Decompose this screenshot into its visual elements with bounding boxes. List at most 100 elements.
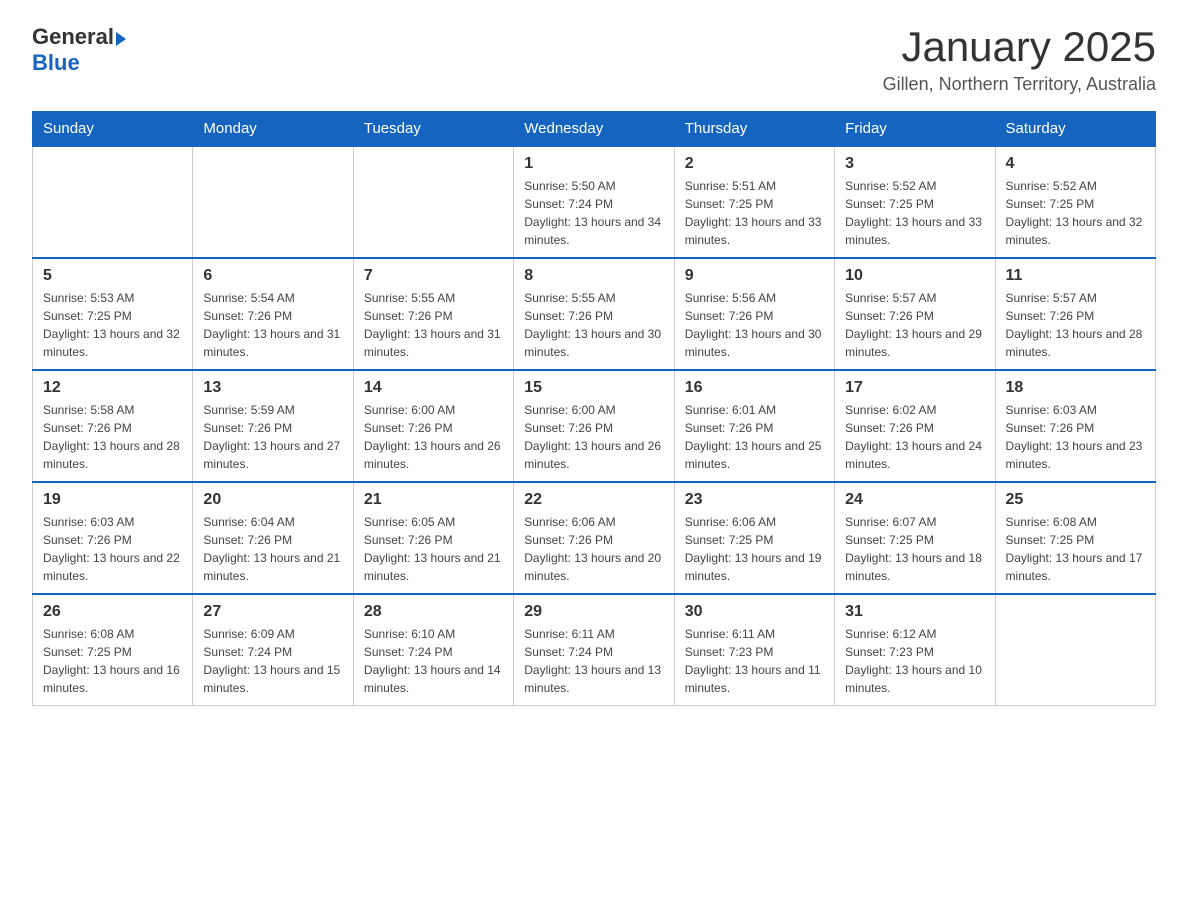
calendar-day-cell	[193, 146, 353, 258]
day-number: 12	[43, 379, 182, 397]
calendar-day-cell	[995, 594, 1155, 706]
day-number: 29	[524, 603, 663, 621]
calendar-day-cell: 15 Sunrise: 6:00 AMSunset: 7:26 PMDayligh…	[514, 370, 674, 482]
day-of-week-header: Thursday	[674, 112, 834, 147]
calendar-day-cell: 20Sunrise: 6:04 AMSunset: 7:26 PMDayligh…	[193, 482, 353, 594]
calendar-subtitle: Gillen, Northern Territory, Australia	[883, 74, 1156, 95]
calendar-week-row: 19Sunrise: 6:03 AMSunset: 7:26 PMDayligh…	[33, 482, 1156, 594]
day-number: 31	[845, 603, 984, 621]
day-number: 5	[43, 267, 182, 285]
calendar-day-cell: 10 Sunrise: 5:57 AMSunset: 7:26 PMDayligh…	[835, 258, 995, 370]
day-number: 4	[1006, 155, 1145, 173]
calendar-week-row: 5 Sunrise: 5:53 AMSunset: 7:25 PMDaylight…	[33, 258, 1156, 370]
day-info: Sunrise: 6:08 AMSunset: 7:25 PMDaylight:…	[1006, 513, 1145, 585]
day-number: 18	[1006, 379, 1145, 397]
day-number: 1	[524, 155, 663, 173]
day-info: Sunrise: 6:06 AMSunset: 7:25 PMDaylight:…	[685, 513, 824, 585]
calendar-week-row: 12 Sunrise: 5:58 AMSunset: 7:26 PMDayligh…	[33, 370, 1156, 482]
day-info: Sunrise: 5:56 AMSunset: 7:26 PMDaylight:…	[685, 289, 824, 361]
calendar-day-cell: 17 Sunrise: 6:02 AMSunset: 7:26 PMDayligh…	[835, 370, 995, 482]
calendar-day-cell: 19Sunrise: 6:03 AMSunset: 7:26 PMDayligh…	[33, 482, 193, 594]
day-number: 6	[203, 267, 342, 285]
calendar-title: January 2025	[883, 24, 1156, 70]
calendar-day-cell: 1 Sunrise: 5:50 AMSunset: 7:24 PMDaylight…	[514, 146, 674, 258]
day-info: Sunrise: 6:12 AMSunset: 7:23 PMDaylight:…	[845, 625, 984, 697]
day-number: 21	[364, 491, 503, 509]
calendar-day-cell: 8Sunrise: 5:55 AMSunset: 7:26 PMDaylight…	[514, 258, 674, 370]
day-of-week-header: Friday	[835, 112, 995, 147]
day-number: 11	[1006, 267, 1145, 285]
day-info: Sunrise: 5:50 AMSunset: 7:24 PMDaylight:…	[524, 177, 663, 249]
day-info: Sunrise: 6:06 AMSunset: 7:26 PMDaylight:…	[524, 513, 663, 585]
day-info: Sunrise: 6:00 AMSunset: 7:26 PMDaylight:…	[364, 401, 503, 473]
day-number: 24	[845, 491, 984, 509]
day-info: Sunrise: 5:55 AMSunset: 7:26 PMDaylight:…	[524, 289, 663, 361]
calendar-day-cell: 28 Sunrise: 6:10 AMSunset: 7:24 PMDayligh…	[353, 594, 513, 706]
day-number: 28	[364, 603, 503, 621]
day-info: Sunrise: 6:05 AMSunset: 7:26 PMDaylight:…	[364, 513, 503, 585]
calendar-day-cell: 30Sunrise: 6:11 AMSunset: 7:23 PMDayligh…	[674, 594, 834, 706]
day-info: Sunrise: 5:55 AMSunset: 7:26 PMDaylight:…	[364, 289, 503, 361]
day-number: 15	[524, 379, 663, 397]
logo: General Blue	[32, 24, 126, 76]
day-info: Sunrise: 5:51 AMSunset: 7:25 PMDaylight:…	[685, 177, 824, 249]
day-info: Sunrise: 6:11 AMSunset: 7:23 PMDaylight:…	[685, 625, 824, 697]
calendar-day-cell: 5 Sunrise: 5:53 AMSunset: 7:25 PMDaylight…	[33, 258, 193, 370]
calendar-day-cell: 29 Sunrise: 6:11 AMSunset: 7:24 PMDayligh…	[514, 594, 674, 706]
day-number: 14	[364, 379, 503, 397]
day-of-week-header: Monday	[193, 112, 353, 147]
calendar-day-cell: 7 Sunrise: 5:55 AMSunset: 7:26 PMDaylight…	[353, 258, 513, 370]
calendar-day-cell: 16Sunrise: 6:01 AMSunset: 7:26 PMDayligh…	[674, 370, 834, 482]
day-number: 10	[845, 267, 984, 285]
day-info: Sunrise: 6:03 AMSunset: 7:26 PMDaylight:…	[1006, 401, 1145, 473]
day-info: Sunrise: 5:57 AMSunset: 7:26 PMDaylight:…	[1006, 289, 1145, 361]
day-info: Sunrise: 6:04 AMSunset: 7:26 PMDaylight:…	[203, 513, 342, 585]
day-info: Sunrise: 5:54 AMSunset: 7:26 PMDaylight:…	[203, 289, 342, 361]
day-of-week-header: Sunday	[33, 112, 193, 147]
day-info: Sunrise: 6:02 AMSunset: 7:26 PMDaylight:…	[845, 401, 984, 473]
calendar-day-cell: 27 Sunrise: 6:09 AMSunset: 7:24 PMDayligh…	[193, 594, 353, 706]
calendar-day-cell: 4 Sunrise: 5:52 AMSunset: 7:25 PMDaylight…	[995, 146, 1155, 258]
calendar-day-cell: 9Sunrise: 5:56 AMSunset: 7:26 PMDaylight…	[674, 258, 834, 370]
calendar-day-cell: 18 Sunrise: 6:03 AMSunset: 7:26 PMDayligh…	[995, 370, 1155, 482]
calendar-day-cell: 2Sunrise: 5:51 AMSunset: 7:25 PMDaylight…	[674, 146, 834, 258]
calendar-day-cell: 25 Sunrise: 6:08 AMSunset: 7:25 PMDayligh…	[995, 482, 1155, 594]
calendar-day-cell	[33, 146, 193, 258]
day-info: Sunrise: 6:07 AMSunset: 7:25 PMDaylight:…	[845, 513, 984, 585]
calendar-day-cell: 12 Sunrise: 5:58 AMSunset: 7:26 PMDayligh…	[33, 370, 193, 482]
day-info: Sunrise: 6:09 AMSunset: 7:24 PMDaylight:…	[203, 625, 342, 697]
calendar-day-cell: 3Sunrise: 5:52 AMSunset: 7:25 PMDaylight…	[835, 146, 995, 258]
day-info: Sunrise: 5:57 AMSunset: 7:26 PMDaylight:…	[845, 289, 984, 361]
calendar-day-cell: 31 Sunrise: 6:12 AMSunset: 7:23 PMDayligh…	[835, 594, 995, 706]
day-number: 26	[43, 603, 182, 621]
day-info: Sunrise: 6:08 AMSunset: 7:25 PMDaylight:…	[43, 625, 182, 697]
calendar-day-cell: 6 Sunrise: 5:54 AMSunset: 7:26 PMDaylight…	[193, 258, 353, 370]
day-number: 13	[203, 379, 342, 397]
day-of-week-header: Tuesday	[353, 112, 513, 147]
calendar-day-cell: 24 Sunrise: 6:07 AMSunset: 7:25 PMDayligh…	[835, 482, 995, 594]
day-number: 22	[524, 491, 663, 509]
day-number: 27	[203, 603, 342, 621]
day-info: Sunrise: 6:00 AMSunset: 7:26 PMDaylight:…	[524, 401, 663, 473]
day-info: Sunrise: 5:53 AMSunset: 7:25 PMDaylight:…	[43, 289, 182, 361]
day-number: 16	[685, 379, 824, 397]
day-number: 25	[1006, 491, 1145, 509]
calendar-day-cell: 26 Sunrise: 6:08 AMSunset: 7:25 PMDayligh…	[33, 594, 193, 706]
day-info: Sunrise: 5:52 AMSunset: 7:25 PMDaylight:…	[845, 177, 984, 249]
calendar-header-row: SundayMondayTuesdayWednesdayThursdayFrid…	[33, 112, 1156, 147]
logo-arrow-icon	[116, 32, 126, 46]
day-info: Sunrise: 5:59 AMSunset: 7:26 PMDaylight:…	[203, 401, 342, 473]
day-info: Sunrise: 6:11 AMSunset: 7:24 PMDaylight:…	[524, 625, 663, 697]
day-info: Sunrise: 6:10 AMSunset: 7:24 PMDaylight:…	[364, 625, 503, 697]
day-info: Sunrise: 5:52 AMSunset: 7:25 PMDaylight:…	[1006, 177, 1145, 249]
calendar-day-cell: 14 Sunrise: 6:00 AMSunset: 7:26 PMDayligh…	[353, 370, 513, 482]
day-number: 17	[845, 379, 984, 397]
calendar-week-row: 26 Sunrise: 6:08 AMSunset: 7:25 PMDayligh…	[33, 594, 1156, 706]
day-of-week-header: Saturday	[995, 112, 1155, 147]
calendar-day-cell: 21 Sunrise: 6:05 AMSunset: 7:26 PMDayligh…	[353, 482, 513, 594]
day-number: 7	[364, 267, 503, 285]
day-info: Sunrise: 5:58 AMSunset: 7:26 PMDaylight:…	[43, 401, 182, 473]
calendar-table: SundayMondayTuesdayWednesdayThursdayFrid…	[32, 111, 1156, 706]
day-info: Sunrise: 6:03 AMSunset: 7:26 PMDaylight:…	[43, 513, 182, 585]
day-of-week-header: Wednesday	[514, 112, 674, 147]
